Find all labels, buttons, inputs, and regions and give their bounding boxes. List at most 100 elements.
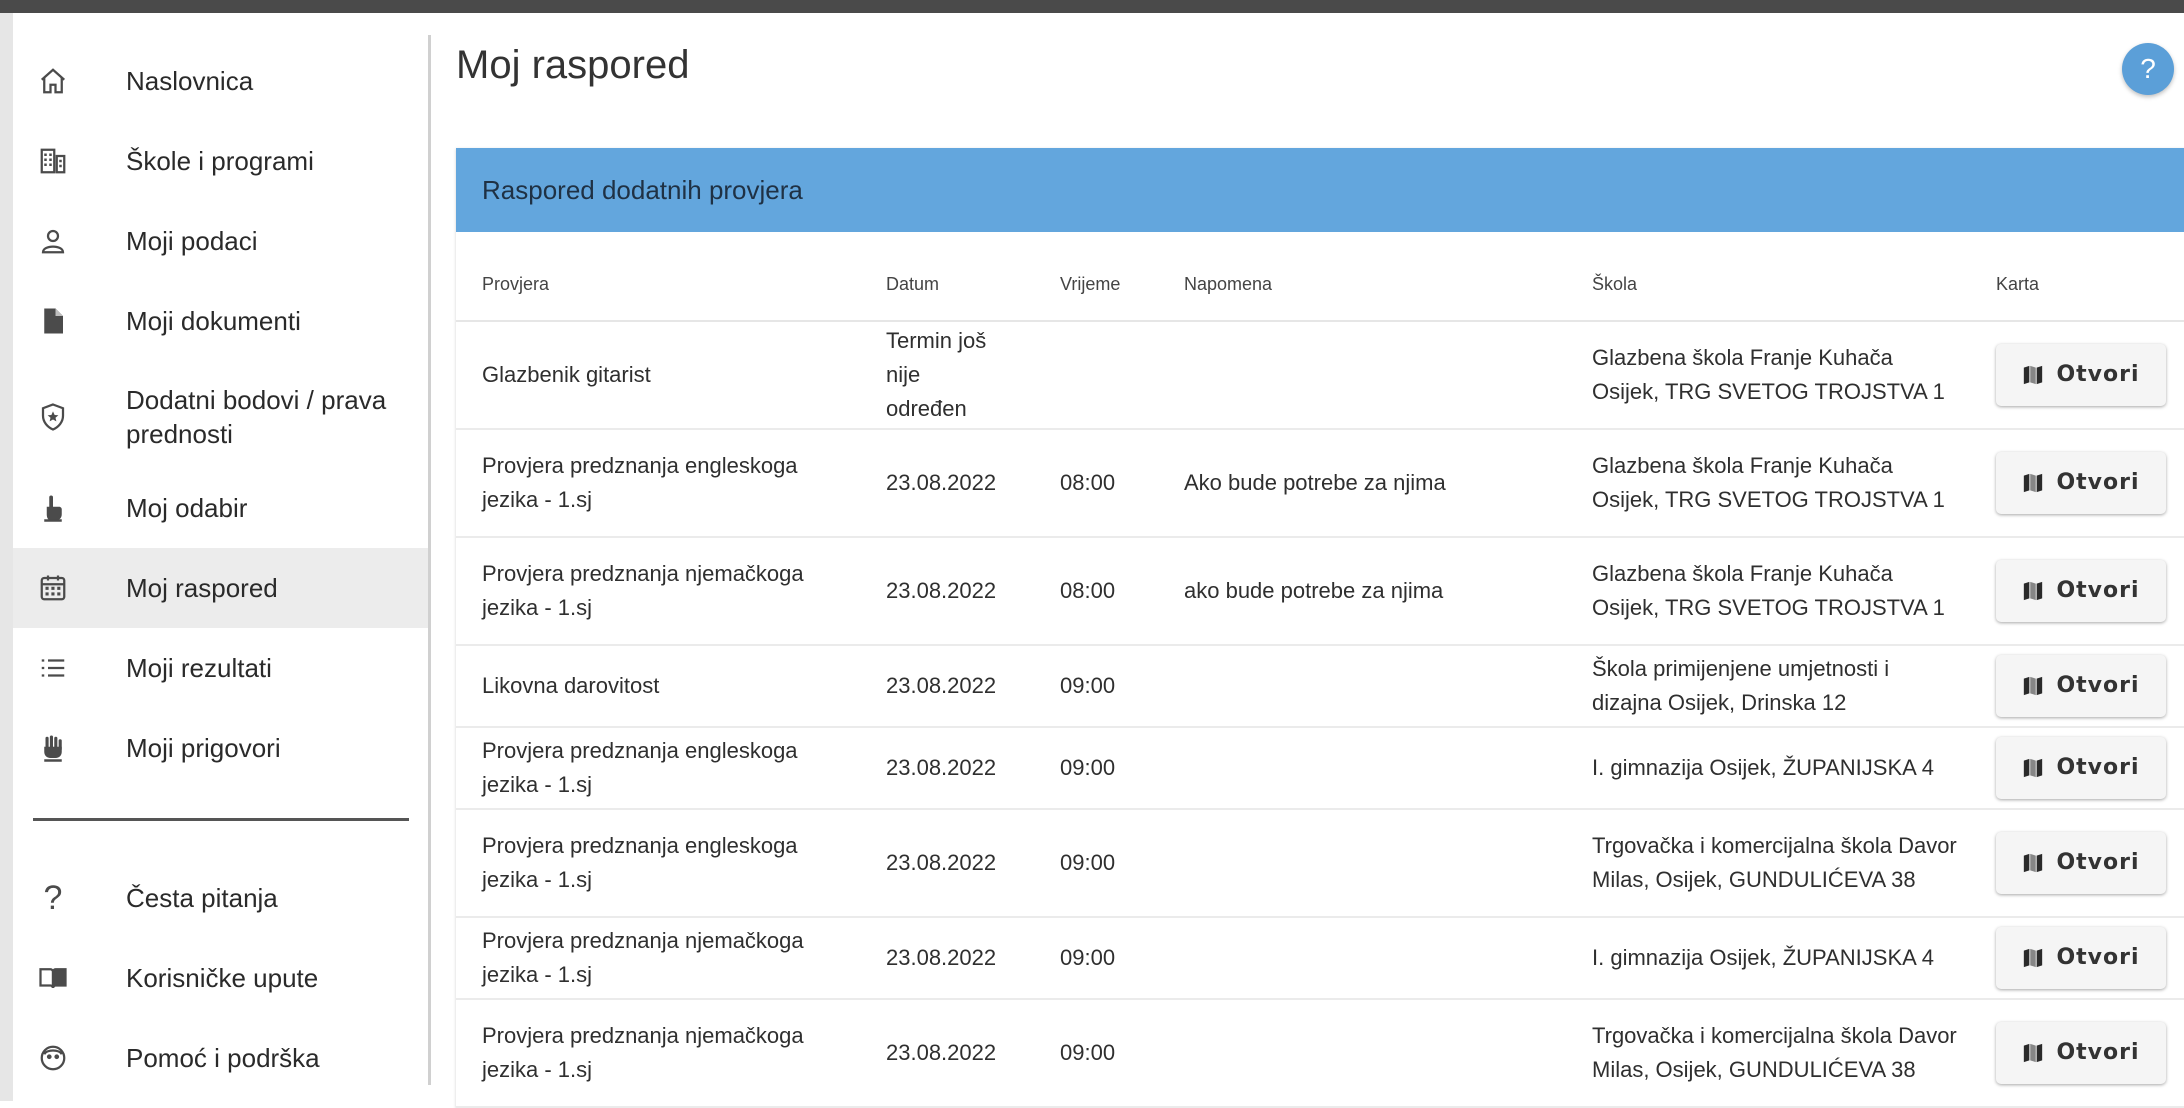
sidebar-item-pomoc-i-podrska[interactable]: Pomoć i podrška — [13, 1018, 430, 1098]
help-button[interactable]: ? — [2122, 43, 2174, 95]
book-icon — [35, 960, 71, 996]
cell-vrijeme: 09:00 — [1060, 755, 1116, 780]
main-content: Moj raspored ? Raspored dodatnih provjer… — [432, 13, 2184, 1108]
cell-datum: 23.08.2022 — [886, 850, 997, 875]
table-row: Provjera predznanja engleskoga jezika - … — [456, 430, 2184, 538]
cell-datum: 23.08.2022 — [886, 945, 997, 970]
sidebar-item-moj-raspored[interactable]: Moj raspored — [13, 548, 430, 628]
open-map-button[interactable]: Otvori — [1996, 832, 2166, 894]
sidebar-item-label: Moj raspored — [126, 573, 278, 603]
sidebar-item-cesta-pitanja[interactable]: ? Česta pitanja — [13, 858, 430, 938]
cell-provjera: Provjera predznanja njemačkoga jezika - … — [482, 561, 804, 620]
cell-skola: Trgovačka i komercijalna škola Davor Mil… — [1592, 833, 1957, 892]
cell-skola: I. gimnazija Osijek, ŽUPANIJSKA 4 — [1592, 945, 1934, 970]
cell-datum: 23.08.2022 — [886, 673, 997, 698]
cell-provjera: Provjera predznanja njemačkoga jezika - … — [482, 928, 804, 987]
table-row: Provjera predznanja engleskoga jezika - … — [456, 728, 2184, 810]
cell-datum: 23.08.2022 — [886, 755, 997, 780]
sidebar-item-moj-odabir[interactable]: Moj odabir — [13, 468, 430, 548]
shield-star-icon — [35, 399, 71, 435]
cell-karta: Otvori — [1996, 810, 2184, 916]
column-header-karta[interactable]: Karta — [1996, 248, 2184, 320]
sidebar-item-korisnicke-upute[interactable]: Korisničke upute — [13, 938, 430, 1018]
column-header-provjera[interactable]: Provjera — [482, 248, 852, 320]
open-map-label: Otvori — [2056, 470, 2140, 495]
cell-provjera: Provjera predznanja njemačkoga jezika - … — [482, 1023, 804, 1082]
cell-napomena: Ako bude potrebe za njima — [1184, 470, 1446, 495]
cell-vrijeme: 09:00 — [1060, 945, 1116, 970]
sidebar-item-moji-prigovori[interactable]: Moji prigovori — [13, 708, 430, 788]
cell-datum: 23.08.2022 — [886, 470, 997, 495]
cell-karta: Otvori — [1996, 646, 2184, 726]
sidebar-item-moji-rezultati[interactable]: Moji rezultati — [13, 628, 430, 708]
schedule-card: Raspored dodatnih provjera Provjera Datu… — [456, 148, 2184, 1108]
map-icon — [2024, 1043, 2043, 1063]
cell-napomena — [1184, 810, 1584, 916]
open-map-button[interactable]: Otvori — [1996, 737, 2166, 799]
cell-vrijeme: 08:00 — [1060, 578, 1116, 603]
open-map-button[interactable]: Otvori — [1996, 927, 2166, 989]
cell-napomena — [1184, 728, 1584, 808]
cell-datum: Termin još nije određen — [886, 328, 987, 421]
sidebar-item-skole-i-programi[interactable]: Škole i programi — [13, 121, 430, 201]
card-header: Raspored dodatnih provjera — [456, 148, 2184, 232]
open-map-button[interactable]: Otvori — [1996, 452, 2166, 514]
sidebar-item-label: Moji dokumenti — [126, 306, 301, 336]
table-row: Provjera predznanja njemačkoga jezika - … — [456, 918, 2184, 1000]
open-map-button[interactable]: Otvori — [1996, 655, 2166, 717]
map-icon — [2024, 365, 2043, 385]
sidebar-item-label: Škole i programi — [126, 146, 314, 176]
sidebar-item-label: Pomoć i podrška — [126, 1043, 320, 1073]
user-icon — [35, 223, 71, 259]
column-header-vrijeme[interactable]: Vrijeme — [1060, 248, 1160, 320]
list-icon — [35, 650, 71, 686]
cell-karta: Otvori — [1996, 430, 2184, 536]
cell-karta: Otvori — [1996, 918, 2184, 998]
map-icon — [2024, 581, 2043, 601]
cell-skola: Trgovačka i komercijalna škola Davor Mil… — [1592, 1023, 1957, 1082]
hand-pointer-icon — [35, 490, 71, 526]
sidebar-item-moji-podaci[interactable]: Moji podaci — [13, 201, 430, 281]
cell-provjera: Provjera predznanja engleskoga jezika - … — [482, 833, 798, 892]
cell-skola: Glazbena škola Franje Kuhača Osijek, TRG… — [1592, 345, 1945, 404]
column-header-skola[interactable]: Škola — [1592, 248, 1962, 320]
map-icon — [2024, 473, 2043, 493]
cell-karta: Otvori — [1996, 1000, 2184, 1106]
cell-vrijeme — [1060, 322, 1160, 428]
open-map-button[interactable]: Otvori — [1996, 344, 2166, 406]
cell-skola: Škola primijenjene umjetnosti i dizajna … — [1592, 656, 1890, 715]
cell-provjera: Likovna darovitost — [482, 673, 660, 698]
sidebar-item-label: Korisničke upute — [126, 963, 319, 993]
map-icon — [2024, 948, 2043, 968]
open-map-button[interactable]: Otvori — [1996, 560, 2166, 622]
sidebar-item-dodatni-bodovi[interactable]: Dodatni bodovi / prava prednosti — [13, 363, 430, 471]
sidebar-item-label: Dodatni bodovi / prava prednosti — [126, 385, 387, 449]
cell-skola: Glazbena škola Franje Kuhača Osijek, TRG… — [1592, 453, 1945, 512]
sidebar-border — [428, 35, 431, 1085]
map-icon — [2024, 853, 2043, 873]
open-map-label: Otvori — [2056, 755, 2140, 780]
cell-napomena: ako bude potrebe za njima — [1184, 578, 1444, 603]
cell-napomena — [1184, 1000, 1584, 1106]
cell-datum: 23.08.2022 — [886, 1040, 997, 1065]
support-icon — [35, 1040, 71, 1076]
sidebar: Naslovnica Škole i programi Moji podaci … — [13, 13, 430, 1101]
cell-napomena — [1184, 918, 1584, 998]
raised-hand-icon — [35, 730, 71, 766]
map-icon — [2024, 676, 2043, 696]
sidebar-item-moji-dokumenti[interactable]: Moji dokumenti — [13, 281, 430, 361]
column-header-datum[interactable]: Datum — [886, 248, 1016, 320]
cell-karta: Otvori — [1996, 728, 2184, 808]
open-map-button[interactable]: Otvori — [1996, 1022, 2166, 1084]
sidebar-item-label: Česta pitanja — [126, 883, 278, 913]
page-title: Moj raspored — [456, 43, 690, 87]
cell-vrijeme: 09:00 — [1060, 1040, 1116, 1065]
cell-karta: Otvori — [1996, 538, 2184, 644]
open-map-label: Otvori — [2056, 945, 2140, 970]
cell-datum: 23.08.2022 — [886, 578, 997, 603]
cell-napomena — [1184, 646, 1584, 726]
column-header-napomena[interactable]: Napomena — [1184, 248, 1584, 320]
sidebar-item-naslovnica[interactable]: Naslovnica — [13, 41, 430, 121]
cell-skola: Glazbena škola Franje Kuhača Osijek, TRG… — [1592, 561, 1945, 620]
cell-provjera: Provjera predznanja engleskoga jezika - … — [482, 738, 798, 797]
